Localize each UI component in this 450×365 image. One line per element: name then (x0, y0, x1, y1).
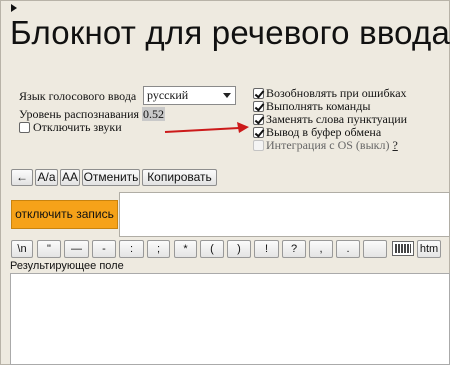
option-checkbox-os-integration[interactable] (253, 140, 264, 151)
os-integration-label: Интеграция с OS (выкл) (266, 138, 390, 152)
key-close-paren[interactable]: ) (227, 240, 251, 258)
recognition-level-value: 0.52 (142, 107, 166, 121)
key-asterisk[interactable]: * (174, 240, 197, 258)
recognition-level-label: Уровень распознавания (19, 107, 140, 121)
key-blank[interactable] (363, 240, 387, 258)
chevron-down-icon (223, 93, 231, 98)
key-exclamation[interactable]: ! (254, 240, 279, 258)
play-triangle-icon[interactable] (11, 4, 17, 12)
key-question[interactable]: ? (282, 240, 306, 258)
language-select[interactable]: русский (143, 86, 236, 105)
key-open-paren[interactable]: ( (200, 240, 224, 258)
html-button[interactable]: htm (417, 240, 441, 258)
stop-recording-button[interactable]: отключить запись (11, 200, 118, 229)
mute-label: Отключить звуки (33, 120, 122, 134)
key-colon[interactable]: : (119, 240, 144, 258)
back-button[interactable]: ← (11, 169, 33, 186)
option-label-os-integration: Интеграция с OS (выкл) ? (266, 138, 398, 153)
option-checkbox-clipboard[interactable] (253, 127, 264, 138)
result-textarea[interactable] (10, 273, 450, 365)
option-checkbox-punctuation[interactable] (253, 114, 264, 125)
language-select-value: русский (147, 88, 189, 102)
case-toggle-button[interactable]: A/a (35, 169, 58, 186)
keyboard-icon[interactable] (392, 241, 414, 256)
key-newline[interactable]: \n (11, 240, 33, 258)
option-checkbox-commands[interactable] (253, 101, 264, 112)
red-arrow-icon (164, 122, 249, 133)
page-title: Блокнот для речевого ввода (10, 14, 450, 51)
speech-input-box[interactable] (119, 192, 450, 237)
keyboard-keys-graphic (395, 244, 411, 253)
mute-checkbox[interactable] (19, 122, 30, 133)
key-period[interactable]: . (336, 240, 360, 258)
language-label: Язык голосового ввода (19, 89, 137, 103)
key-emdash[interactable]: — (64, 240, 89, 258)
key-quote[interactable]: " (37, 240, 61, 258)
key-hyphen[interactable]: - (92, 240, 116, 258)
os-integration-help-link[interactable]: ? (392, 138, 397, 152)
undo-button[interactable]: Отменить (82, 169, 140, 186)
option-checkbox-resume[interactable] (253, 88, 264, 99)
copy-button[interactable]: Копировать (142, 169, 217, 186)
key-comma[interactable]: , (309, 240, 333, 258)
uppercase-button[interactable]: AA (60, 169, 80, 186)
result-label: Результирующее поле (10, 260, 124, 272)
key-semicolon[interactable]: ; (147, 240, 170, 258)
